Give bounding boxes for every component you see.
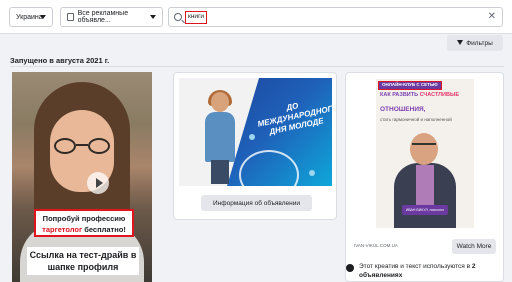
ad-video-card[interactable]: Попробуй профессию таргетолог бесплатно!… (12, 72, 152, 282)
banner-person (203, 90, 237, 184)
search-query[interactable]: книги (185, 11, 208, 24)
filter-icon (457, 40, 464, 46)
ad-type-select[interactable]: Все рекламные объявле... (60, 7, 163, 27)
ad-type-select-value: Все рекламные объявле... (77, 10, 129, 24)
poster-person-head (410, 133, 438, 165)
watch-more-button[interactable]: Watch More (452, 239, 496, 254)
poster-headline-top-text: КАК РАЗВИТЬ (380, 92, 419, 98)
country-select-value: Украина (16, 13, 43, 21)
ad-banner-card: ДО МЕЖДУНАРОДНОГО ДНЯ МОЛОДЕ Информация … (173, 72, 337, 220)
glasses-lens-right (88, 138, 110, 154)
creative-usage-text: Этот креатив и текст используются в 2 об… (359, 262, 499, 280)
poster-headline-top: КАК РАЗВИТЬ СЧАСТЛИВЫЕ (380, 92, 472, 99)
banner-person-body (205, 112, 235, 162)
poster-person-glasses (412, 143, 436, 149)
video-caption-box: Попробуй профессию таргетолог бесплатно! (34, 209, 134, 237)
banner-title: ДО МЕЖДУНАРОДНОГО ДНЯ МОЛОДЕ (256, 101, 332, 137)
poster-headline-pink: СЧАСТЛИВЫЕ (419, 92, 460, 98)
play-icon[interactable] (87, 172, 109, 194)
banner-ring-shape (239, 150, 299, 186)
document-icon (67, 13, 74, 21)
banner-person-legs (211, 160, 229, 184)
top-bar: Украина Все рекламные объявле... книги ✕ (0, 0, 512, 34)
search-icon (174, 13, 182, 21)
video-person-glasses (54, 138, 110, 154)
search-input[interactable]: книги ✕ (168, 7, 503, 27)
poster-headline-tail: стать гармоничной и наполненной (380, 117, 452, 122)
glasses-bridge (76, 144, 88, 146)
ad-info-button[interactable]: Информация об объявлении (201, 195, 312, 211)
banner-dot (249, 134, 255, 140)
poster-person-shirt (416, 165, 434, 205)
filters-label: Фильтры (466, 39, 493, 47)
chevron-down-icon (40, 15, 46, 19)
close-icon[interactable]: ✕ (488, 11, 496, 22)
info-icon (346, 264, 354, 272)
filters-button[interactable]: Фильтры (447, 35, 503, 51)
poster-headline-main: ОТНОШЕНИЯ, (380, 106, 426, 113)
glasses-lens-left (54, 138, 76, 154)
poster-signature: ИВАН ВИКУЛ, психолог (402, 205, 448, 215)
ad-banner-image[interactable]: ДО МЕЖДУНАРОДНОГО ДНЯ МОЛОДЕ (179, 78, 332, 186)
creative-usage-note: Этот креатив и текст используются в 2 об… (346, 260, 503, 281)
video-caption-prefix: Попробуй профессию (42, 214, 126, 223)
divider (10, 66, 504, 67)
banner-dot (309, 170, 315, 176)
launched-date-heading: Запущено в августа 2021 г. (10, 56, 110, 65)
poster-badge: ОНЛАЙН-КЛУБ С СЕТЬЮ (378, 81, 442, 90)
ad-domain: IVAN-VIKUL.COM.UA (354, 243, 398, 248)
video-caption-suffix: бесплатно! (82, 225, 126, 234)
video-caption-highlight: таргетолог (42, 225, 83, 234)
ad-poster-card: ОНЛАЙН-КЛУБ С СЕТЬЮ КАК РАЗВИТЬ СЧАСТЛИВ… (345, 72, 504, 282)
banner-person-head (211, 92, 229, 112)
ad-poster-image[interactable]: ОНЛАЙН-КЛУБ С СЕТЬЮ КАК РАЗВИТЬ СЧАСТЛИВ… (376, 79, 474, 228)
video-caption-main: Ссылка на тест-драйв в шапке профиля (27, 247, 139, 275)
creative-usage-prefix: Этот креатив и текст используются в (359, 263, 472, 270)
chevron-down-icon (150, 15, 156, 19)
country-select[interactable]: Украина (9, 7, 53, 27)
